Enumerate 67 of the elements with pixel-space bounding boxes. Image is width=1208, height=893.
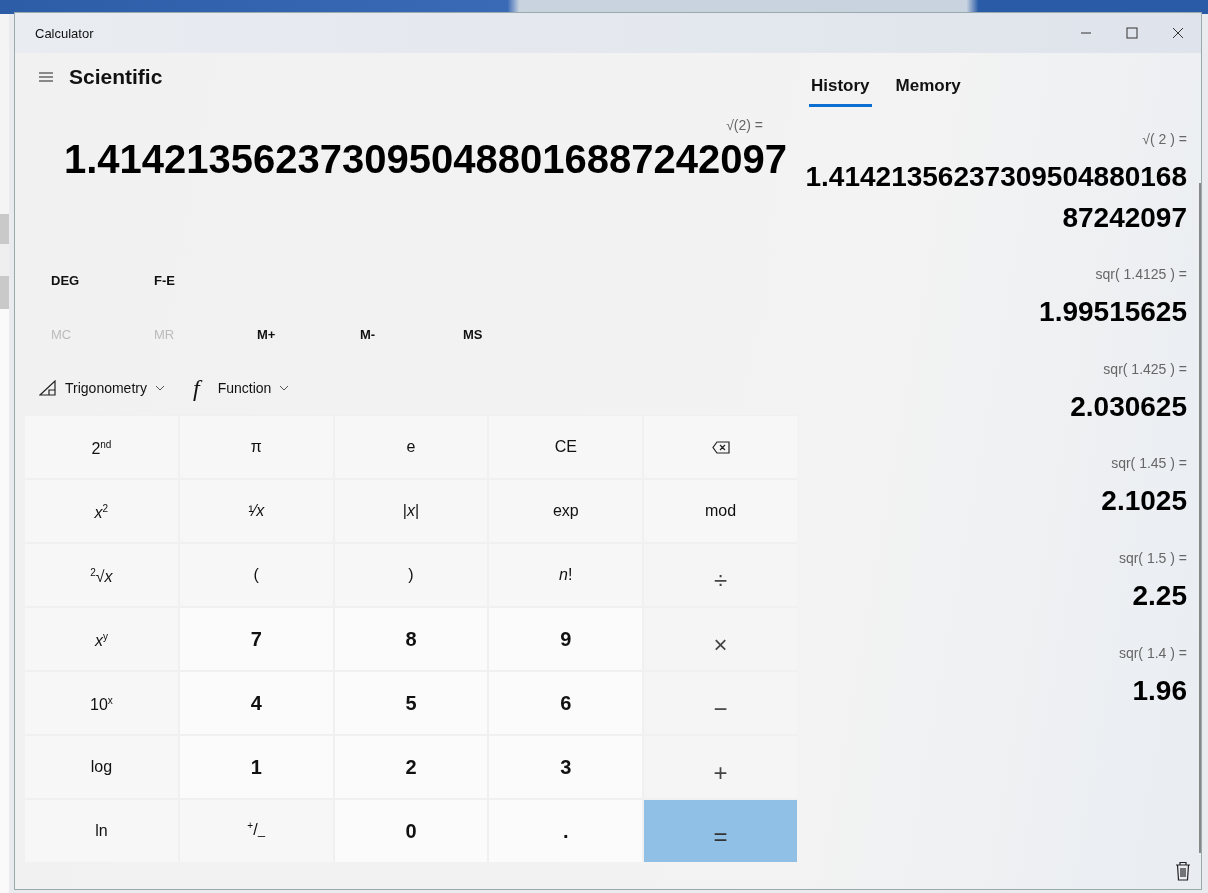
operator-key[interactable]: × (644, 608, 797, 670)
panel-tab[interactable]: History (809, 71, 872, 107)
chevron-icon (154, 385, 165, 391)
mode-toggle[interactable]: F-E (140, 264, 243, 296)
triangle-icon (39, 380, 57, 396)
history-expression: sqr( 1.5 ) = (1118, 549, 1187, 566)
function-key[interactable]: n! (489, 544, 643, 606)
memory-button[interactable]: M- (346, 318, 449, 350)
scrollbar[interactable] (1199, 183, 1201, 853)
equals-key[interactable]: = (644, 800, 797, 862)
function-key[interactable]: 2$^{nd}$ (25, 416, 178, 478)
operator-key[interactable]: + (644, 736, 797, 798)
digit-key[interactable]: 6 (489, 672, 643, 734)
function-key[interactable]: 10$^{x}$ (25, 672, 178, 734)
digit-key[interactable]: 0 (334, 800, 488, 862)
digit-key[interactable]: 1 (179, 736, 333, 798)
function-key[interactable]: log (25, 736, 178, 798)
digit-key[interactable]: 7 (179, 608, 333, 670)
function-key[interactable]: e (334, 416, 488, 478)
mode-toggle[interactable]: DEG (37, 264, 140, 296)
dropdown-button[interactable]: f Function (184, 368, 296, 408)
function-key[interactable]: ( (179, 544, 333, 606)
history-expression: sqr( 1.45 ) = (1111, 455, 1187, 472)
dropdown-button[interactable]: Trigonometry (33, 374, 171, 402)
memory-button[interactable]: M+ (243, 318, 346, 350)
function-key[interactable]: ¹⁄x (179, 480, 333, 542)
memory-button[interactable]: MS (449, 318, 552, 350)
history-result: 1.4142135623730950488016887242097 (804, 160, 1187, 235)
function-key[interactable]: ) (334, 544, 488, 606)
mode-title: Scientific (69, 65, 163, 89)
function-key[interactable]: x$^{y}$ (25, 608, 178, 670)
operator-key[interactable]: − (644, 672, 797, 734)
function-key[interactable]: ln (25, 800, 178, 862)
history-expression: √( 2 ) = (1142, 131, 1187, 147)
history-expression: sqr( 1.4 ) = (1118, 644, 1187, 661)
digit-key[interactable]: 4 (179, 672, 333, 734)
function-key[interactable]: π (179, 416, 333, 478)
function-key[interactable]: $^{2}$√x (25, 544, 178, 606)
function-key[interactable]: CE (489, 416, 643, 478)
history-expression: sqr( 1.425 ) = (1103, 360, 1187, 377)
digit-key[interactable]: 5 (334, 672, 488, 734)
chevron-icon (279, 385, 290, 391)
trash-icon[interactable] (1173, 859, 1193, 883)
function-key[interactable]: mod (644, 480, 797, 542)
digit-key[interactable]: . (489, 800, 643, 862)
function-key[interactable]: exp (489, 480, 643, 542)
expression-text: √(2) = (726, 117, 763, 133)
close-icon[interactable] (1172, 27, 1184, 39)
backspace-icon (711, 440, 730, 454)
panel-tab[interactable]: Memory (893, 71, 963, 107)
history-result: 2.25 (1131, 578, 1187, 613)
maximize-icon[interactable] (1126, 27, 1138, 39)
digit-key[interactable]: 2 (334, 736, 488, 798)
digit-key[interactable]: 8 (334, 608, 488, 670)
window-title: Calculator (35, 25, 94, 41)
function-key[interactable]: $^{+}$/$_{–}$ (179, 800, 333, 862)
history-expression: sqr( 1.4125 ) = (1095, 266, 1187, 283)
digit-key[interactable]: 9 (489, 608, 643, 670)
digit-key[interactable]: 3 (489, 736, 643, 798)
operator-key[interactable]: ÷ (644, 544, 797, 606)
history-result: 2.1025 (1100, 484, 1187, 519)
history-result: 1.96 (1131, 673, 1187, 708)
function-key[interactable]: |x| (334, 480, 488, 542)
result-display: 1.4142135623730950488016887242097 (64, 137, 787, 182)
history-result: 2.030625 (1069, 389, 1187, 424)
history-result: 1.99515625 (1038, 295, 1187, 330)
function-key[interactable]: x$^{2}$ (25, 480, 178, 542)
